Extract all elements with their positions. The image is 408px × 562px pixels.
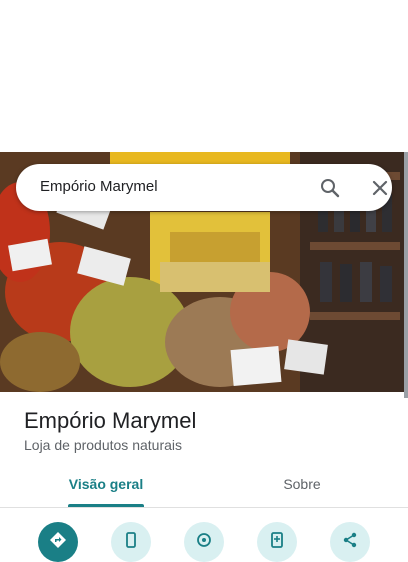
send-to-phone-button[interactable] — [257, 522, 297, 562]
directions-icon — [50, 532, 66, 548]
tabs-divider — [0, 507, 408, 508]
search-icon[interactable] — [318, 176, 342, 200]
call-button[interactable] — [111, 522, 151, 562]
save-to-phone-icon — [271, 532, 283, 548]
phone-icon — [126, 532, 136, 548]
nearby-button[interactable] — [184, 522, 224, 562]
directions-button[interactable] — [38, 522, 78, 562]
search-bar[interactable]: Empório Marymel — [16, 164, 392, 211]
share-icon — [343, 532, 357, 548]
place-name: Empório Marymel — [24, 408, 197, 433]
nearby-icon — [197, 533, 211, 547]
share-button[interactable] — [330, 522, 370, 562]
tab-overview[interactable]: Visão geral — [60, 476, 152, 492]
top-blank-area — [0, 0, 408, 152]
tab-about[interactable]: Sobre — [256, 476, 348, 492]
close-icon[interactable] — [368, 176, 392, 200]
search-input[interactable]: Empório Marymel — [40, 178, 158, 195]
scrollbar[interactable] — [404, 152, 408, 398]
place-category: Loja de produtos naturais — [24, 437, 182, 453]
